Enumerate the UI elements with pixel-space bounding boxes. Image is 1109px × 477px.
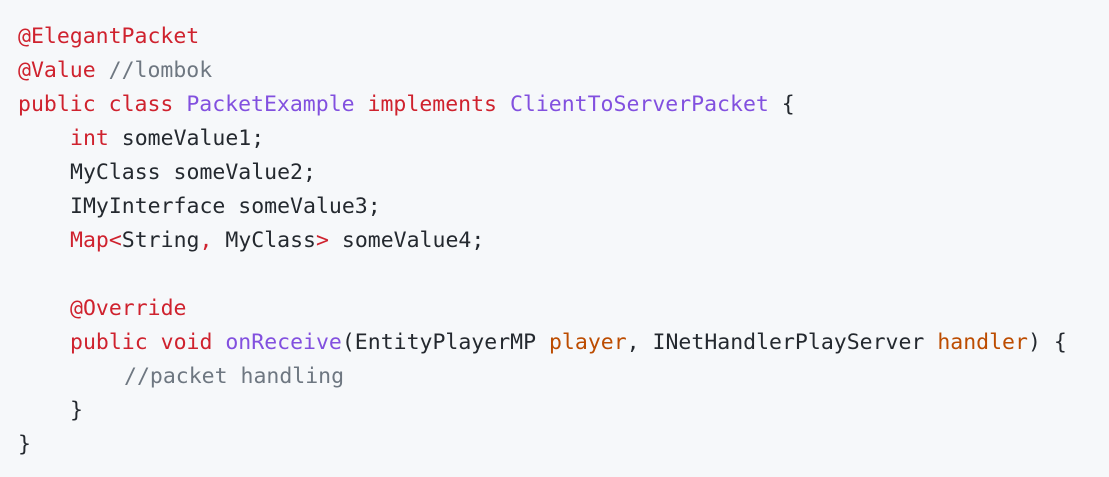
brace: { [781, 92, 795, 117]
code-line-12: } [18, 394, 1091, 428]
field-declaration: someValue1; [121, 126, 265, 151]
type-keyword: int [70, 126, 109, 151]
code-line-10: public void onReceive(EntityPlayerMP pla… [18, 326, 1091, 360]
code-line-3: public class PacketExample implements Cl… [18, 88, 1091, 122]
code-block: @ElegantPacket @Value //lombok public cl… [0, 0, 1109, 477]
keyword: public [18, 92, 96, 117]
class-name: PacketExample [186, 92, 355, 117]
generic-comma: , [199, 228, 213, 253]
code-line-6: IMyInterface someValue3; [18, 190, 1091, 224]
generic-open: < [108, 228, 122, 253]
code-line-4: int someValue1; [18, 122, 1091, 156]
generic-close: > [315, 228, 329, 253]
type-arg: MyClass [225, 228, 316, 253]
interface-name: ClientToServerPacket [509, 92, 769, 117]
field-name: someValue4; [341, 228, 485, 253]
param-type: (EntityPlayerMP [341, 330, 537, 355]
method-close: ) { [1027, 330, 1067, 355]
type-arg: String [121, 228, 200, 253]
annotation: @Value [18, 58, 96, 83]
field-declaration: IMyInterface someValue3; [70, 194, 381, 219]
param-name: player [548, 330, 627, 355]
code-line-9: @Override [18, 292, 1091, 326]
comment: //packet handling [124, 364, 345, 389]
code-line-1: @ElegantPacket [18, 20, 1091, 54]
annotation: @ElegantPacket [18, 24, 200, 49]
code-line-13: } [18, 428, 1091, 462]
keyword: public [70, 330, 148, 355]
code-line-11: //packet handling [18, 360, 1091, 394]
keyword: void [160, 330, 213, 355]
keyword: implements [367, 92, 497, 117]
type-name: Map [70, 228, 109, 253]
code-line-5: MyClass someValue2; [18, 156, 1091, 190]
param-type: , INetHandlerPlayServer [626, 330, 925, 355]
method-name: onReceive [225, 330, 342, 355]
keyword: class [108, 92, 174, 117]
brace: } [18, 432, 31, 457]
comment: //lombok [108, 58, 213, 83]
annotation: @Override [70, 296, 187, 321]
field-declaration: MyClass someValue2; [70, 160, 316, 185]
code-line-7: Map<String, MyClass> someValue4; [18, 224, 1091, 258]
code-line-2: @Value //lombok [18, 54, 1091, 88]
brace: } [70, 398, 83, 423]
param-name: handler [937, 330, 1028, 355]
code-line-8-blank [18, 258, 1091, 292]
